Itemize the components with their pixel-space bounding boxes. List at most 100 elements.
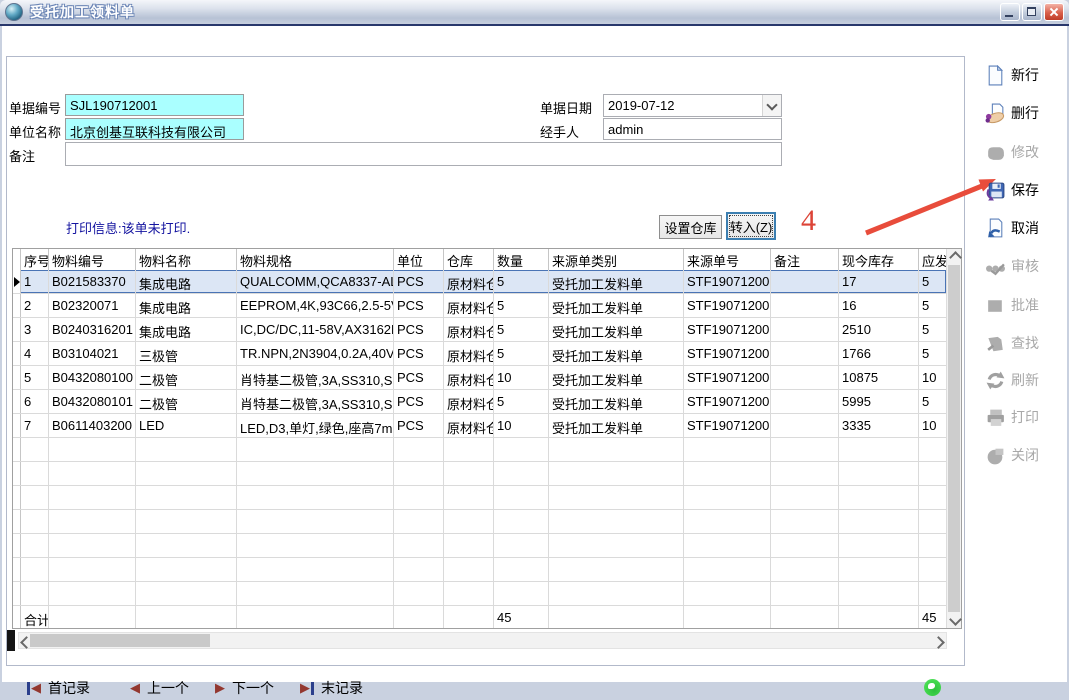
table-cell[interactable]: 2510	[839, 318, 919, 341]
table-cell[interactable]: 受托加工发料单	[549, 270, 684, 293]
column-header[interactable]: 备注	[771, 249, 839, 270]
table-cell[interactable]: 二极管	[136, 366, 237, 389]
table-row[interactable]: 2B02320071集成电路EEPROM,4K,93C66,2.5-5VPCS原…	[13, 294, 946, 318]
sidebar-print-button[interactable]: 打印	[985, 404, 1069, 430]
table-cell[interactable]: LED	[136, 414, 237, 437]
titlebar[interactable]: 受托加工领料单	[0, 0, 1069, 26]
table-cell[interactable]	[771, 270, 839, 293]
nav-first-record-button[interactable]: ◀ 首记录	[27, 676, 90, 700]
table-cell[interactable]: 原材料仓	[444, 270, 494, 293]
table-cell[interactable]: 原材料仓	[444, 318, 494, 341]
set-warehouse-button[interactable]: 设置仓库	[659, 215, 722, 239]
sidebar-cancel-button[interactable]: 取消	[985, 215, 1069, 241]
table-cell[interactable]	[771, 294, 839, 317]
table-cell[interactable]: 1766	[839, 342, 919, 365]
table-cell[interactable]: 10	[919, 366, 946, 389]
column-header[interactable]: 现今库存	[839, 249, 919, 270]
table-cell[interactable]: 5	[919, 390, 946, 413]
table-cell[interactable]: 5	[494, 390, 549, 413]
chevron-down-icon[interactable]	[762, 95, 781, 116]
table-cell[interactable]: 3335	[839, 414, 919, 437]
table-row[interactable]: 3B0240316201集成电路IC,DC/DC,11-58V,AX3162EP…	[13, 318, 946, 342]
handler-field[interactable]: admin	[603, 118, 782, 140]
sidebar-delete-row-button[interactable]: 删行	[985, 100, 1069, 126]
remark-field[interactable]	[65, 142, 782, 166]
scroll-right-icon[interactable]	[932, 636, 945, 649]
unit-name-field[interactable]: 北京创基互联科技有限公司	[65, 118, 244, 140]
table-row[interactable]: 5B0432080100二极管肖特基二极管,3A,SS310,SMPCS原材料仓…	[13, 366, 946, 390]
table-cell[interactable]: 2	[21, 294, 49, 317]
sidebar-refresh-button[interactable]: 刷新	[985, 367, 1069, 393]
table-cell[interactable]: 受托加工发料单	[549, 366, 684, 389]
vertical-scroll-thumb[interactable]	[948, 265, 960, 612]
doc-no-field[interactable]: SJL190712001	[65, 94, 244, 116]
table-cell[interactable]: 原材料仓	[444, 342, 494, 365]
table-cell[interactable]: 集成电路	[136, 318, 237, 341]
table-cell[interactable]: 16	[839, 294, 919, 317]
column-header[interactable]: 物料名称	[136, 249, 237, 270]
table-cell[interactable]: PCS	[394, 414, 444, 437]
table-cell[interactable]: PCS	[394, 270, 444, 293]
table-row[interactable]: 7B0611403200LEDLED,D3,单灯,绿色,座高7mmPCS原材料仓…	[13, 414, 946, 438]
sidebar-find-button[interactable]: 查找	[985, 330, 1069, 356]
table-cell[interactable]	[771, 414, 839, 437]
table-cell[interactable]: EEPROM,4K,93C66,2.5-5V	[237, 294, 394, 317]
table-cell[interactable]	[771, 342, 839, 365]
table-cell[interactable]: 肖特基二极管,3A,SS310,SM	[237, 390, 394, 413]
table-row[interactable]: 1B021583370集成电路QUALCOMM,QCA8337-AL3PCS原材…	[13, 270, 946, 294]
table-cell[interactable]: 10	[919, 414, 946, 437]
table-cell[interactable]: TR.NPN,2N3904,0.2A,40V,	[237, 342, 394, 365]
table-cell[interactable]: 5	[21, 366, 49, 389]
table-cell[interactable]: 受托加工发料单	[549, 342, 684, 365]
table-cell[interactable]: 三极管	[136, 342, 237, 365]
table-cell[interactable]: B0240316201	[49, 318, 136, 341]
table-row[interactable]: 6B0432080101二极管肖特基二极管,3A,SS310,SMPCS原材料仓…	[13, 390, 946, 414]
table-cell[interactable]	[771, 366, 839, 389]
table-cell[interactable]: B0432080100	[49, 366, 136, 389]
table-cell[interactable]: PCS	[394, 318, 444, 341]
table-cell[interactable]	[771, 318, 839, 341]
grid-splitter[interactable]	[7, 630, 15, 651]
table-cell[interactable]: 5	[919, 318, 946, 341]
column-header[interactable]: 应发量	[919, 249, 946, 270]
table-cell[interactable]: 5	[494, 342, 549, 365]
table-cell[interactable]: LED,D3,单灯,绿色,座高7mm	[237, 414, 394, 437]
table-cell[interactable]: B021583370	[49, 270, 136, 293]
table-cell[interactable]: 集成电路	[136, 270, 237, 293]
table-cell[interactable]: B02320071	[49, 294, 136, 317]
horizontal-scrollbar[interactable]	[18, 632, 947, 649]
table-cell[interactable]: 原材料仓	[444, 366, 494, 389]
table-cell[interactable]: 5995	[839, 390, 919, 413]
table-cell[interactable]: 受托加工发料单	[549, 414, 684, 437]
minimize-button[interactable]	[1000, 3, 1020, 21]
table-cell[interactable]: 7	[21, 414, 49, 437]
column-header[interactable]: 来源单号	[684, 249, 771, 270]
table-cell[interactable]: 受托加工发料单	[549, 294, 684, 317]
table-cell[interactable]: STF190712001	[684, 318, 771, 341]
table-cell[interactable]: 原材料仓	[444, 294, 494, 317]
column-header[interactable]: 仓库	[444, 249, 494, 270]
table-cell[interactable]: IC,DC/DC,11-58V,AX3162E	[237, 318, 394, 341]
table-cell[interactable]: PCS	[394, 294, 444, 317]
table-cell[interactable]: 17	[839, 270, 919, 293]
sidebar-close-button[interactable]: 关闭	[985, 442, 1069, 468]
column-header[interactable]: 来源单类别	[549, 249, 684, 270]
table-cell[interactable]: STF190712001	[684, 342, 771, 365]
table-cell[interactable]: 6	[21, 390, 49, 413]
table-cell[interactable]: STF190712001	[684, 390, 771, 413]
table-cell[interactable]: 5	[494, 318, 549, 341]
table-row[interactable]: 4B03104021三极管TR.NPN,2N3904,0.2A,40V,PCS原…	[13, 342, 946, 366]
table-cell[interactable]: STF190712001	[684, 366, 771, 389]
table-cell[interactable]: 5	[919, 294, 946, 317]
table-cell[interactable]: 5	[919, 342, 946, 365]
table-cell[interactable]: 1	[21, 270, 49, 293]
table-cell[interactable]: PCS	[394, 366, 444, 389]
maximize-button[interactable]	[1022, 3, 1042, 21]
transfer-button[interactable]: 转入(Z)	[726, 212, 776, 240]
table-cell[interactable]: 5	[494, 270, 549, 293]
table-cell[interactable]: 原材料仓	[444, 414, 494, 437]
horizontal-scroll-thumb[interactable]	[30, 634, 210, 647]
table-cell[interactable]: 3	[21, 318, 49, 341]
table-cell[interactable]: 受托加工发料单	[549, 390, 684, 413]
table-cell[interactable]: 肖特基二极管,3A,SS310,SM	[237, 366, 394, 389]
